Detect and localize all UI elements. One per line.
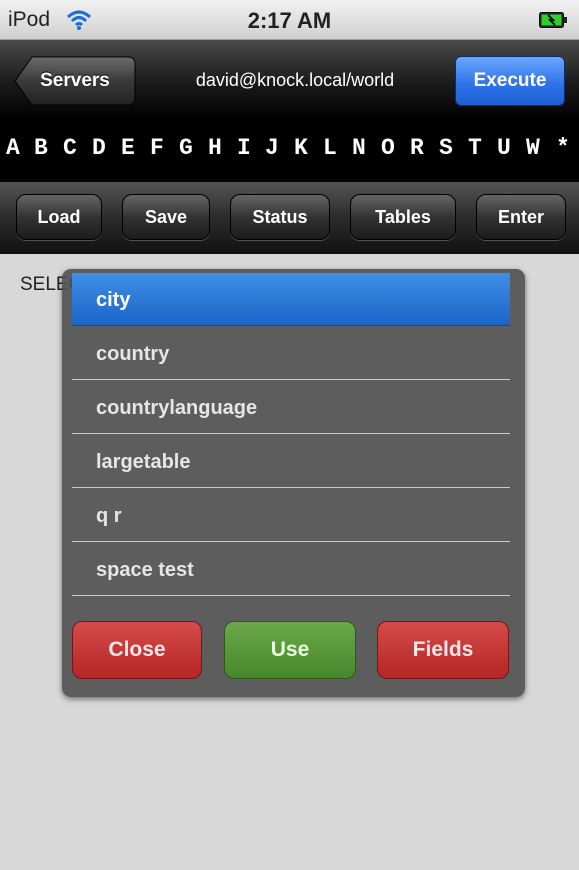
letter-key-l[interactable]: L [323, 135, 337, 161]
letter-key-e[interactable]: E [121, 135, 135, 161]
letter-key-k[interactable]: K [294, 135, 308, 161]
table-item-largetable[interactable]: largetable [72, 435, 510, 488]
letter-key-b[interactable]: B [34, 135, 48, 161]
connection-title: david@knock.local/world [195, 70, 395, 90]
letter-key-s[interactable]: S [439, 135, 453, 161]
letter-key-g[interactable]: G [179, 135, 193, 161]
letter-key-j[interactable]: J [265, 135, 279, 161]
table-item-country[interactable]: country [72, 327, 510, 380]
clock: 2:17 AM [247, 8, 332, 33]
letter-key-i[interactable]: I [237, 135, 251, 161]
execute-button[interactable]: Execute [455, 56, 565, 106]
table-item-q-r[interactable]: q r [72, 489, 510, 542]
letter-shortcut-bar: A B C D E F G H I J K L N O R S T U W * [0, 120, 579, 182]
letter-key-t[interactable]: T [468, 135, 482, 161]
enter-button[interactable]: Enter [476, 194, 566, 240]
table-item-city[interactable]: city [72, 273, 510, 326]
table-picker-popup: city country countrylanguage largetable … [62, 269, 525, 697]
letter-key-a[interactable]: A [6, 135, 20, 161]
letter-key-w[interactable]: W [526, 135, 540, 161]
letter-key-h[interactable]: H [208, 135, 222, 161]
save-button[interactable]: Save [122, 194, 210, 240]
servers-back-label: Servers [40, 70, 110, 91]
letter-key-o[interactable]: O [381, 135, 395, 161]
letter-key-d[interactable]: D [92, 135, 106, 161]
letter-key-r[interactable]: R [410, 135, 424, 161]
close-button[interactable]: Close [72, 621, 202, 679]
table-item-space-test[interactable]: space test [72, 543, 510, 596]
battery-charging-icon [539, 12, 567, 28]
status-bar: iPod 2:17 AM [0, 0, 579, 40]
letter-key-f[interactable]: F [150, 135, 164, 161]
servers-back-button[interactable]: Servers [14, 56, 136, 106]
letter-key-u[interactable]: U [497, 135, 511, 161]
letter-key-n[interactable]: N [352, 135, 366, 161]
navigation-bar: Servers david@knock.local/world Execute [0, 40, 579, 120]
table-item-countrylanguage[interactable]: countrylanguage [72, 381, 510, 434]
action-toolbar: Load Save Status Tables Enter [0, 182, 579, 254]
letter-key-c[interactable]: C [63, 135, 77, 161]
fields-button[interactable]: Fields [377, 621, 509, 679]
tables-button[interactable]: Tables [350, 194, 456, 240]
load-button[interactable]: Load [16, 194, 102, 240]
letter-key-star[interactable]: * [556, 135, 570, 161]
status-button[interactable]: Status [230, 194, 330, 240]
use-button[interactable]: Use [224, 621, 356, 679]
